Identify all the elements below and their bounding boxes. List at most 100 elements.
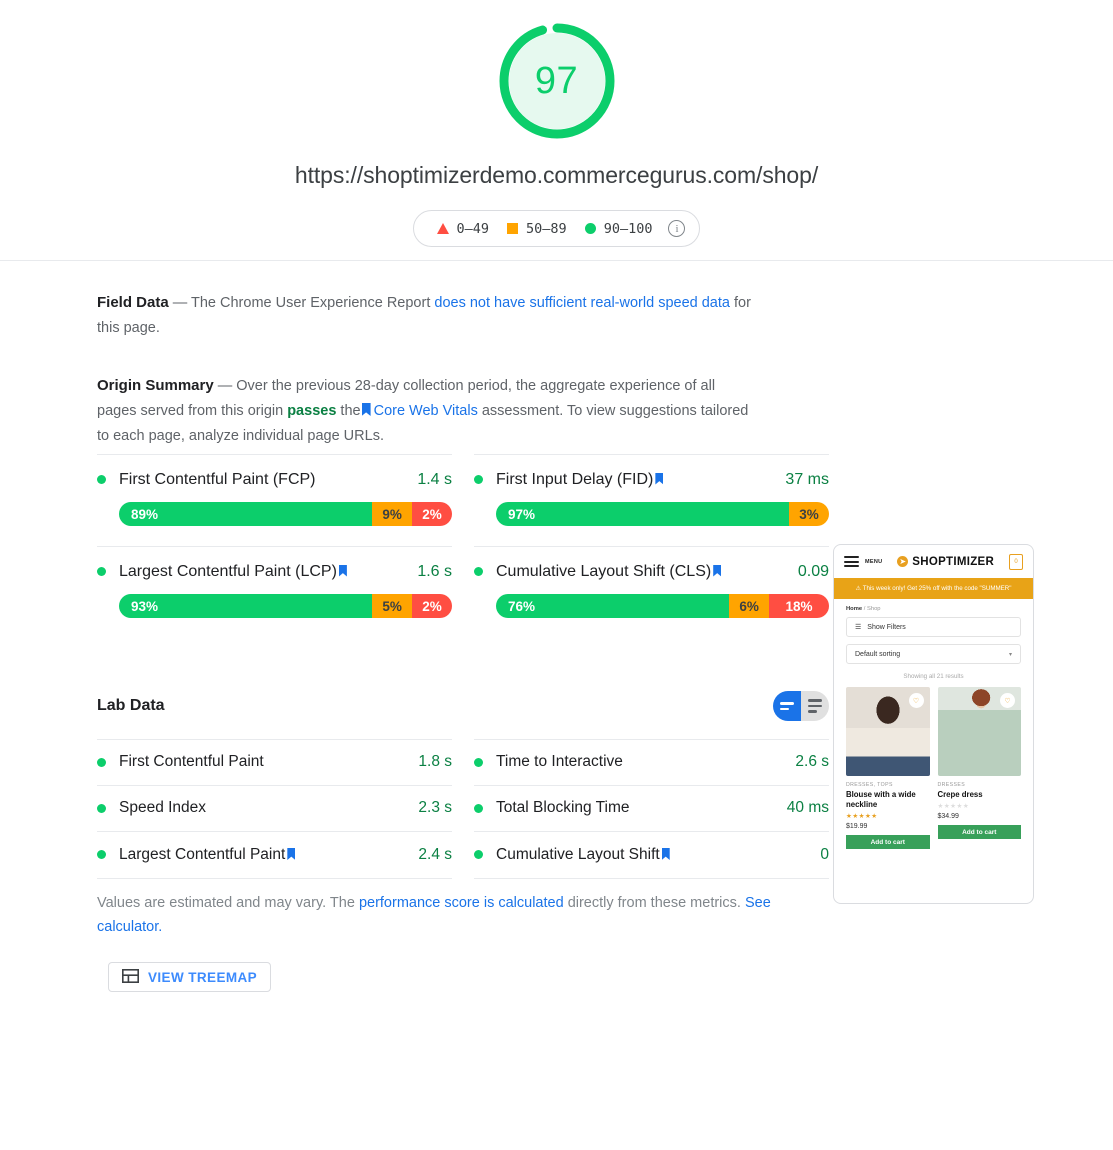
lab-data-view-toggle[interactable] [773,691,829,721]
lab-metric-row[interactable]: Time to Interactive 2.6 s [474,739,829,786]
lab-data-header: Lab Data [97,683,829,729]
origin-passes-status: passes [287,403,337,419]
preview-product-grid: ♡ DRESSES, TOPS Blouse with a wide neckl… [834,687,1033,849]
preview-product-card: ♡ DRESSES Crepe dress ★★★★★ $34.99 Add t… [937,687,1021,849]
lab-metric-row[interactable]: First Contentful Paint 1.8 s [97,739,452,786]
status-dot [474,757,483,767]
status-dot [97,567,106,576]
pagespeed-report: 97 https://shoptimizerdemo.commercegurus… [0,0,1113,1150]
legend-item-average: 50–89 [498,221,576,237]
product-category: DRESSES [937,782,966,788]
lab-metric-row[interactable]: Total Blocking Time 40 ms [474,786,829,833]
lab-metric-name: Cumulative Layout Shift [496,846,820,864]
view-treemap-button[interactable]: VIEW TREEMAP [108,962,272,992]
lab-metric-row[interactable]: Largest Contentful Paint 2.4 s [97,832,452,879]
status-dot [474,475,483,484]
heart-icon: ♡ [1000,693,1015,708]
preview-results-count: Showing all 21 results [903,673,964,680]
distribution-segment-poor: 2% [412,502,452,526]
filter-icon: ☰ [855,624,862,631]
performance-score-link[interactable]: performance score is calculated [359,895,564,911]
origin-summary-text-2: the [340,403,361,419]
bookmark-icon [713,564,722,577]
hamburger-menu-icon [844,556,859,567]
distribution-segment-average: 6% [729,594,770,618]
score-legend: 0–49 50–89 90–100 i [412,210,701,247]
analyzed-url: https://shoptimizerdemo.commercegurus.co… [294,162,819,188]
expanded-view-icon[interactable] [801,691,829,721]
lab-metric-name: Total Blocking Time [496,799,630,817]
lab-metrics-column: Time to Interactive 2.6 s Total Blocking T… [474,739,829,879]
distribution-segment-average: 3% [789,502,829,526]
lab-metric-value: 2.4 s [418,845,452,863]
field-metric-value: 1.6 s [417,562,452,580]
shopping-bag-icon: 0 [1009,553,1023,570]
lab-metric-name: Largest Contentful Paint [119,846,418,864]
status-dot [474,850,483,860]
lab-metric-row[interactable]: Speed Index 2.3 s [97,786,452,833]
status-dot [97,850,106,860]
preview-breadcrumb: Home / Shop [834,599,1033,617]
field-metric-distribution-bar: 76% 6% 18% [496,594,829,618]
distribution-segment-poor: 2% [412,594,452,618]
collapsed-view-icon[interactable] [773,691,801,721]
field-metric: First Input Delay (FID) 37 ms 97% 3% [474,454,829,546]
bookmark-icon [661,847,670,860]
distribution-segment-average: 5% [372,594,413,618]
product-image: ♡ [937,687,1021,776]
field-metric-header: First Contentful Paint (FCP) 1.4 s [97,469,452,490]
field-data-dash: — [172,295,188,311]
field-data-paragraph: Field Data — The Chrome User Experience … [97,290,757,341]
add-to-cart-button: Add to cart [846,835,930,849]
bookmark-icon [655,472,664,485]
distribution-segment-poor: 18% [769,594,829,618]
field-data-title: Field Data [97,294,169,311]
product-category: DRESSES, TOPS [846,782,893,788]
field-metric-name: First Input Delay (FID) [496,471,785,489]
show-filters-label: Show Filters [867,623,906,631]
chevron-down-icon: ▾ [1008,651,1012,658]
field-metric-name: Largest Contentful Paint (LCP) [119,563,417,581]
legend-label-poor: 0–49 [456,220,490,237]
field-data-text-1: The Chrome User Experience Report [191,295,431,311]
distribution-segment-average: 9% [372,502,413,526]
lab-metric-value: 2.3 s [418,799,452,817]
view-treemap-label: VIEW TREEMAP [148,969,258,985]
legend-label-good: 90–100 [603,220,653,237]
status-dot [97,475,106,484]
origin-summary-title: Origin Summary [97,377,214,394]
field-metric: Cumulative Layout Shift (CLS) 0.09 76% 6% 18… [474,546,829,638]
lab-metric-name: First Contentful Paint [119,753,264,771]
info-icon[interactable]: i [668,220,686,237]
lab-metrics-column: First Contentful Paint 1.8 s Speed Index 2.… [97,739,452,879]
preview-promo-banner: ⚠ This week only! Get 25% off with the c… [834,578,1033,599]
status-dot [474,803,483,813]
field-metric-header: Cumulative Layout Shift (CLS) 0.09 [474,561,829,582]
insufficient-data-link[interactable]: does not have sufficient real-world spee… [434,295,730,311]
preview-brand-name: SHOPTIMIZER [912,555,995,568]
product-title: Blouse with a wide neckline [846,790,916,809]
note-text-1: Values are estimated and may vary. The [97,895,355,911]
legend-item-poor: 0–49 [428,221,499,237]
field-metric-value: 0.09 [797,562,829,580]
lab-metrics-grid: First Contentful Paint 1.8 s Speed Index 2.… [97,739,829,879]
field-metric-distribution-bar: 89% 9% 2% [119,502,452,526]
field-metrics-column: First Input Delay (FID) 37 ms 97% 3% Cumulat… [474,454,829,638]
distribution-segment-good: 76% [496,594,730,618]
add-to-cart-button: Add to cart [937,825,1021,839]
core-web-vitals-link[interactable]: Core Web Vitals [374,403,478,419]
preview-sorting-select: Default sorting ▾ [846,644,1021,664]
lab-metric-row[interactable]: Cumulative Layout Shift 0 [474,832,829,879]
lab-metric-value: 2.6 s [795,753,829,771]
field-metrics-column: First Contentful Paint (FCP) 1.4 s 89% 9% 2%… [97,454,452,638]
lab-metric-value: 0 [820,845,829,863]
bookmark-icon [338,564,347,577]
field-metric-name: First Contentful Paint (FCP) [119,470,316,488]
preview-menu-label: MENU [865,558,883,565]
status-dot [97,757,106,767]
product-image: ♡ [846,687,930,776]
preview-site-header: MENU ➤ SHOPTIMIZER 0 [834,545,1033,578]
field-metrics-grid: First Contentful Paint (FCP) 1.4 s 89% 9% 2%… [97,454,829,638]
sorting-label: Default sorting [855,650,901,658]
preview-product-card: ♡ DRESSES, TOPS Blouse with a wide neckl… [846,687,930,849]
